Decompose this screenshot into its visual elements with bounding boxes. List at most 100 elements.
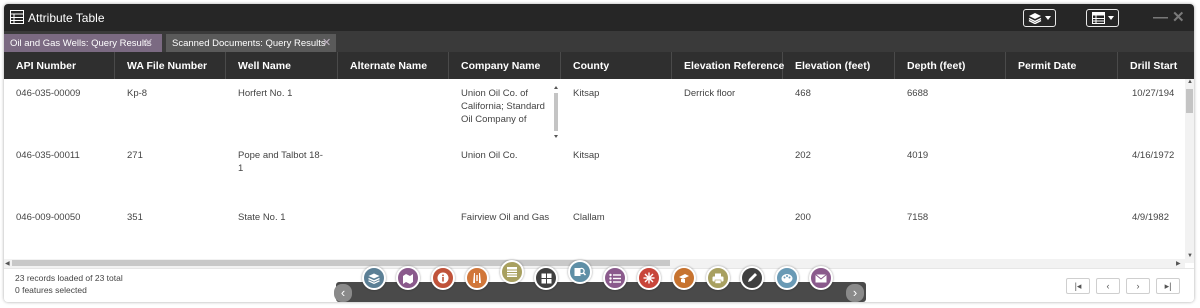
cell-api-number: 046-035-00011 (16, 150, 80, 161)
column-header[interactable]: Well Name (226, 52, 338, 79)
oil-well-tool-button[interactable] (465, 266, 490, 290)
toolbar-prev-button[interactable]: ‹ (334, 284, 352, 302)
cell-permit-date (1006, 203, 1118, 211)
close-tab-icon[interactable]: ✕ (144, 36, 153, 49)
cell-drill-start: 4/9/1982 (1132, 212, 1169, 223)
cell-alternate-name (338, 141, 449, 149)
prev-page-button[interactable]: ‹ (1096, 278, 1120, 294)
cell-company-name: Union Oil Co. (461, 150, 518, 161)
mail-icon (815, 273, 828, 283)
legend-icon (609, 273, 621, 284)
cell-scrollbar[interactable] (553, 85, 559, 139)
scroll-right-icon[interactable]: ▶ (1176, 260, 1181, 267)
close-tab-icon[interactable]: ✕ (322, 36, 331, 49)
cell-alternate-name (338, 79, 449, 87)
last-page-button[interactable]: ▸| (1156, 278, 1180, 294)
layers-icon (368, 273, 380, 284)
draw-icon (643, 272, 655, 284)
tab-label: Oil and Gas Wells: Query Results (10, 38, 152, 49)
cell-elevation: 200 (795, 212, 811, 223)
cell-api-number: 046-035-00009 (16, 88, 81, 99)
horizontal-scrollbar[interactable]: ◀ ▶ (4, 259, 1185, 268)
title-bar: Attribute Table — ✕ (4, 4, 1194, 31)
grid-tool-button[interactable] (534, 266, 558, 290)
edit-icon (746, 272, 758, 284)
table-row[interactable]: 046-035-00009 Kp-8 Horfert No. 1 Union O… (4, 79, 1184, 141)
layers-icon (1028, 12, 1042, 24)
column-header[interactable]: WA File Number (115, 52, 226, 79)
cell-elevation-reference (672, 141, 783, 149)
vertical-scroll-thumb[interactable] (1186, 89, 1193, 113)
table-row[interactable]: 046-035-00011 271 Pope and Talbot 18-1 U… (4, 141, 1184, 203)
scroll-up-icon[interactable]: ▲ (1187, 79, 1193, 85)
layers-tool-button[interactable] (362, 266, 386, 290)
table-icon (10, 10, 24, 24)
tab-scanned-documents[interactable]: Scanned Documents: Query Results ✕ (166, 34, 336, 52)
share-tool-button[interactable] (774, 266, 799, 290)
attribute-table-icon (506, 266, 518, 278)
selected-count: 0 features selected (15, 285, 87, 295)
window-title: Attribute Table (28, 11, 105, 25)
column-header[interactable]: County (561, 52, 672, 79)
cell-permit-date (1006, 141, 1118, 149)
chevron-down-icon (1045, 16, 1051, 20)
cell-elevation-reference: Derrick floor (684, 88, 736, 99)
cell-drill-start: 4/16/1972 (1132, 150, 1175, 161)
cell-wa-file-number: 271 (127, 150, 143, 161)
cell-api-number: 046-009-00050 (16, 212, 81, 223)
info-tool-button[interactable] (430, 266, 455, 290)
close-icon[interactable]: ✕ (1172, 8, 1185, 26)
cell-permit-date (1006, 79, 1118, 87)
cell-county: Kitsap (573, 88, 600, 99)
table-header: API Number WA File Number Well Name Alte… (4, 52, 1194, 79)
print-tool-button[interactable] (706, 266, 730, 290)
print-icon (712, 273, 724, 284)
tab-label: Scanned Documents: Query Results (172, 38, 326, 49)
scroll-left-icon[interactable]: ◀ (5, 260, 10, 267)
column-header[interactable]: Permit Date (1006, 52, 1118, 79)
table-body: 046-035-00009 Kp-8 Horfert No. 1 Union O… (4, 79, 1184, 259)
measure-tool-button[interactable] (671, 266, 696, 290)
cell-elevation: 468 (795, 88, 811, 99)
scroll-down-icon[interactable]: ▼ (1187, 253, 1193, 259)
toolbar-next-button[interactable]: › (846, 284, 864, 302)
attribute-table-tool-button[interactable] (499, 260, 524, 284)
info-icon (437, 272, 449, 284)
cell-depth: 4019 (907, 150, 929, 161)
column-header[interactable]: Company Name (449, 52, 561, 79)
records-count: 23 records loaded of 23 total (15, 273, 123, 283)
table-options-button[interactable] (1086, 9, 1119, 27)
legend-tool-button[interactable] (602, 266, 627, 290)
cell-company-name: Union Oil Co. of California; Standard Oi… (461, 88, 545, 125)
column-header[interactable]: Elevation (feet) (783, 52, 895, 79)
cell-elevation-reference (672, 203, 783, 211)
column-header[interactable]: Alternate Name (338, 52, 449, 79)
cell-depth: 7158 (907, 212, 929, 223)
vertical-scrollbar[interactable]: ▲ ▼ (1185, 79, 1194, 263)
cell-well-name: State No. 1 (238, 212, 286, 223)
next-page-button[interactable]: › (1126, 278, 1150, 294)
draw-tool-button[interactable] (637, 266, 662, 290)
cell-county: Clallam (573, 212, 605, 223)
tab-oil-gas-wells[interactable]: Oil and Gas Wells: Query Results ✕ (4, 34, 162, 52)
layer-select-button[interactable] (1023, 9, 1056, 27)
basemap-icon (402, 273, 414, 284)
minimize-icon[interactable]: — (1153, 9, 1168, 26)
column-header[interactable]: Depth (feet) (895, 52, 1006, 79)
column-header[interactable]: Elevation Reference (672, 52, 784, 79)
cell-county: Kitsap (573, 150, 600, 161)
search-icon (574, 266, 587, 278)
cell-well-name: Pope and Talbot 18-1 (238, 150, 323, 174)
cell-alternate-name (338, 203, 449, 211)
column-header[interactable]: Drill Start (1118, 52, 1194, 79)
cell-elevation: 202 (795, 150, 811, 161)
mail-tool-button[interactable] (809, 266, 834, 290)
cell-well-name: Horfert No. 1 (238, 88, 293, 99)
oil-well-icon (471, 272, 483, 284)
cell-depth: 6688 (907, 88, 929, 99)
grid-icon (541, 273, 552, 284)
share-icon (781, 273, 793, 284)
table-row[interactable]: 046-009-00050 351 State No. 1 Fairview O… (4, 203, 1184, 259)
first-page-button[interactable]: |◂ (1066, 278, 1090, 294)
column-header[interactable]: API Number (4, 52, 115, 79)
